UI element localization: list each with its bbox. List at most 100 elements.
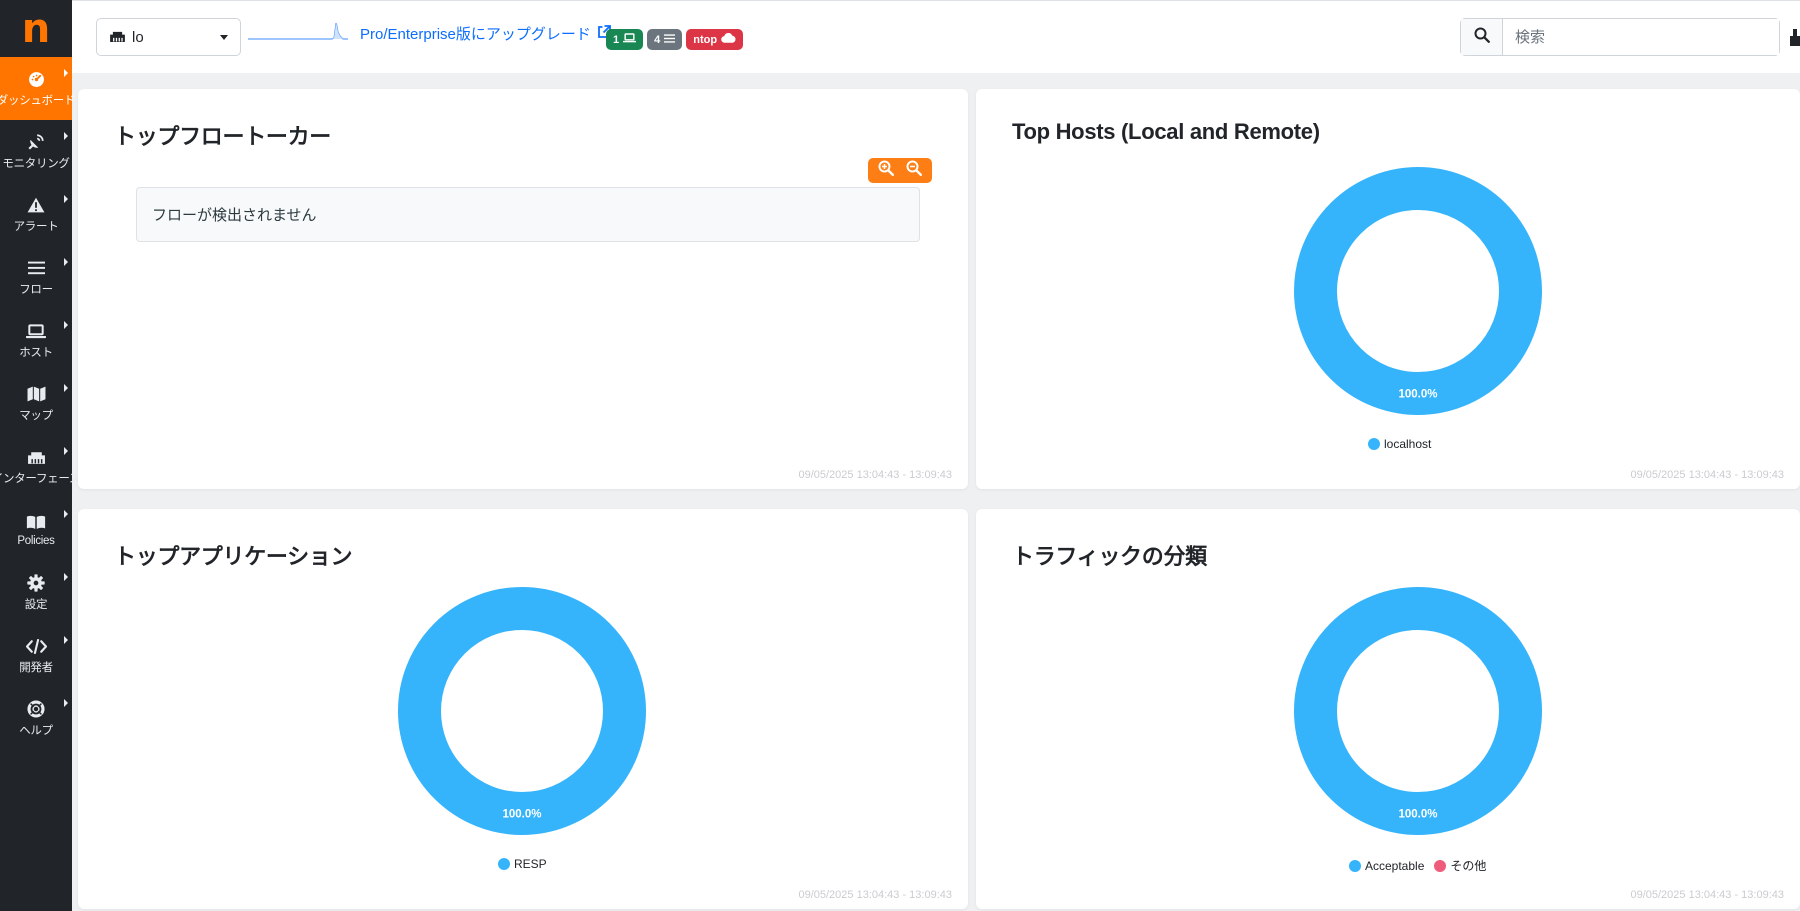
status-badges: 1 4 ntop <box>606 29 744 50</box>
zoom-controls <box>868 158 932 183</box>
caret-right-icon <box>64 636 68 644</box>
code-icon <box>25 636 47 656</box>
interface-name: lo <box>132 28 144 46</box>
throughput-sparkline[interactable] <box>248 21 348 43</box>
sidebar-item-maps[interactable]: マップ <box>0 372 72 435</box>
slice-percentage-label: 100.0% <box>1398 809 1437 821</box>
chart-legend: RESP <box>498 857 547 871</box>
sidebar-item-label: ホスト <box>19 347 53 359</box>
legend-color-dot <box>1349 859 1361 872</box>
book-icon <box>26 512 46 532</box>
card-title: トラフィックの分類 <box>1012 544 1207 569</box>
sidebar-item-label: 設定 <box>24 599 48 611</box>
caret-right-icon <box>64 573 68 581</box>
legend-label: RESP <box>514 857 547 871</box>
ethernet-icon <box>109 29 126 46</box>
traffic-classification-donut-chart[interactable]: 100.0% <box>1293 586 1543 836</box>
sidebar-item-label: 開発者 <box>19 662 53 674</box>
legend-color-dot <box>1434 859 1447 872</box>
sidebar-item-monitoring[interactable]: モニタリング <box>0 120 72 183</box>
zoom-in-button[interactable] <box>874 160 898 181</box>
search-input[interactable] <box>1503 19 1779 55</box>
top-applications-donut-chart[interactable]: 100.0% <box>397 586 647 836</box>
top-applications-card: トップアプリケーション 100.0% RESP 09/05/2025 13:04… <box>78 509 968 909</box>
sidebar-item-hosts[interactable]: ホスト <box>0 309 72 372</box>
flows-count-badge[interactable]: 4 <box>647 29 683 50</box>
upgrade-link-label: Pro/Enterprise版にアップグレード <box>360 26 591 43</box>
sidebar-item-label: マップ <box>19 410 53 422</box>
donut-slice-acceptable[interactable] <box>1294 587 1542 835</box>
search-bar <box>1460 18 1780 56</box>
sidebar-item-label: アラート <box>13 221 59 233</box>
caret-right-icon <box>64 69 68 77</box>
no-flows-message: フローが検出されません <box>136 187 920 242</box>
caret-right-icon <box>64 132 68 140</box>
legend-item[interactable]: RESP <box>498 857 547 871</box>
time-range-label: 09/05/2025 13:04:43 - 13:09:43 <box>798 889 952 901</box>
top-hosts-donut-chart[interactable]: 100.0% <box>1293 166 1543 416</box>
speedometer-icon <box>28 69 45 89</box>
upgrade-link[interactable]: Pro/Enterprise版にアップグレード <box>360 23 611 44</box>
legend-label: その他 <box>1450 859 1487 873</box>
warning-triangle-icon <box>27 195 45 215</box>
slice-percentage-label: 100.0% <box>1398 389 1437 401</box>
sidebar-item-help[interactable]: ヘルプ <box>0 687 72 750</box>
user-menu-icon[interactable] <box>1790 28 1800 51</box>
chart-legend: Acceptable その他 <box>1349 857 1486 874</box>
top-hosts-card: Top Hosts (Local and Remote) 100.0% loca… <box>976 89 1800 489</box>
time-range-label: 09/05/2025 13:04:43 - 13:09:43 <box>1630 889 1784 901</box>
sidebar-item-label: インターフェース <box>0 473 81 485</box>
donut-slice-resp[interactable] <box>398 587 646 835</box>
top-flow-talkers-card: トップフロートーカー フローが検出されません 09/05/2025 13:04:… <box>78 89 968 489</box>
list-lines-icon <box>27 258 45 278</box>
sidebar-item-label: モニタリング <box>2 158 70 170</box>
legend-item[interactable]: localhost <box>1368 437 1431 451</box>
sidebar-item-settings[interactable]: 設定 <box>0 561 72 624</box>
donut-slice-localhost[interactable] <box>1294 167 1542 415</box>
caret-right-icon <box>64 510 68 518</box>
legend-item[interactable]: その他 <box>1434 857 1486 874</box>
sidebar: n ダッシュボード モニタリング アラート フロー ホスト マップ インターフェ… <box>0 0 80 911</box>
satellite-dish-icon <box>27 132 45 152</box>
zoom-out-button[interactable] <box>902 160 926 181</box>
hosts-count-badge[interactable]: 1 <box>606 29 644 50</box>
caret-right-icon <box>64 699 68 707</box>
laptop-icon <box>623 33 637 46</box>
chart-legend: localhost <box>1368 437 1431 451</box>
sidebar-item-developer[interactable]: 開発者 <box>0 624 72 687</box>
ntop-cloud-badge[interactable]: ntop <box>686 29 744 50</box>
caret-right-icon <box>64 447 68 455</box>
chevron-down-icon <box>220 35 228 40</box>
time-range-label: 09/05/2025 13:04:43 - 13:09:43 <box>798 469 952 481</box>
card-title: Top Hosts (Local and Remote) <box>1012 119 1320 144</box>
caret-right-icon <box>64 384 68 392</box>
legend-color-dot <box>498 858 510 870</box>
caret-right-icon <box>64 258 68 266</box>
zoom-out-icon <box>906 160 922 181</box>
search-icon <box>1474 27 1490 48</box>
caret-right-icon <box>64 321 68 329</box>
cloud-icon <box>721 33 736 46</box>
sidebar-item-label: フロー <box>19 284 53 296</box>
card-title: トップアプリケーション <box>114 544 353 569</box>
search-button[interactable] <box>1461 19 1503 55</box>
sidebar-item-interfaces[interactable]: インターフェース <box>0 435 80 498</box>
gear-icon <box>27 573 45 593</box>
zoom-in-icon <box>878 160 894 181</box>
sidebar-item-dashboard[interactable]: ダッシュボード <box>0 57 76 120</box>
legend-color-dot <box>1368 438 1380 450</box>
sidebar-item-label: Policies <box>17 535 55 547</box>
slice-percentage-label: 100.0% <box>502 809 541 821</box>
time-range-label: 09/05/2025 13:04:43 - 13:09:43 <box>1630 469 1784 481</box>
map-icon <box>27 384 46 404</box>
sidebar-item-flows[interactable]: フロー <box>0 246 72 309</box>
legend-label: localhost <box>1384 437 1432 451</box>
legend-label: Acceptable <box>1365 858 1425 873</box>
interface-select[interactable]: lo <box>96 18 241 56</box>
top-navbar: lo Pro/Enterprise版にアップグレード 1 4 ntop <box>72 0 1800 73</box>
ethernet-icon <box>27 447 46 467</box>
sidebar-item-alerts[interactable]: アラート <box>0 183 72 246</box>
sidebar-item-policies[interactable]: Policies <box>0 498 72 561</box>
legend-item[interactable]: Acceptable <box>1349 859 1424 873</box>
ntopng-logo[interactable]: n <box>0 0 72 57</box>
